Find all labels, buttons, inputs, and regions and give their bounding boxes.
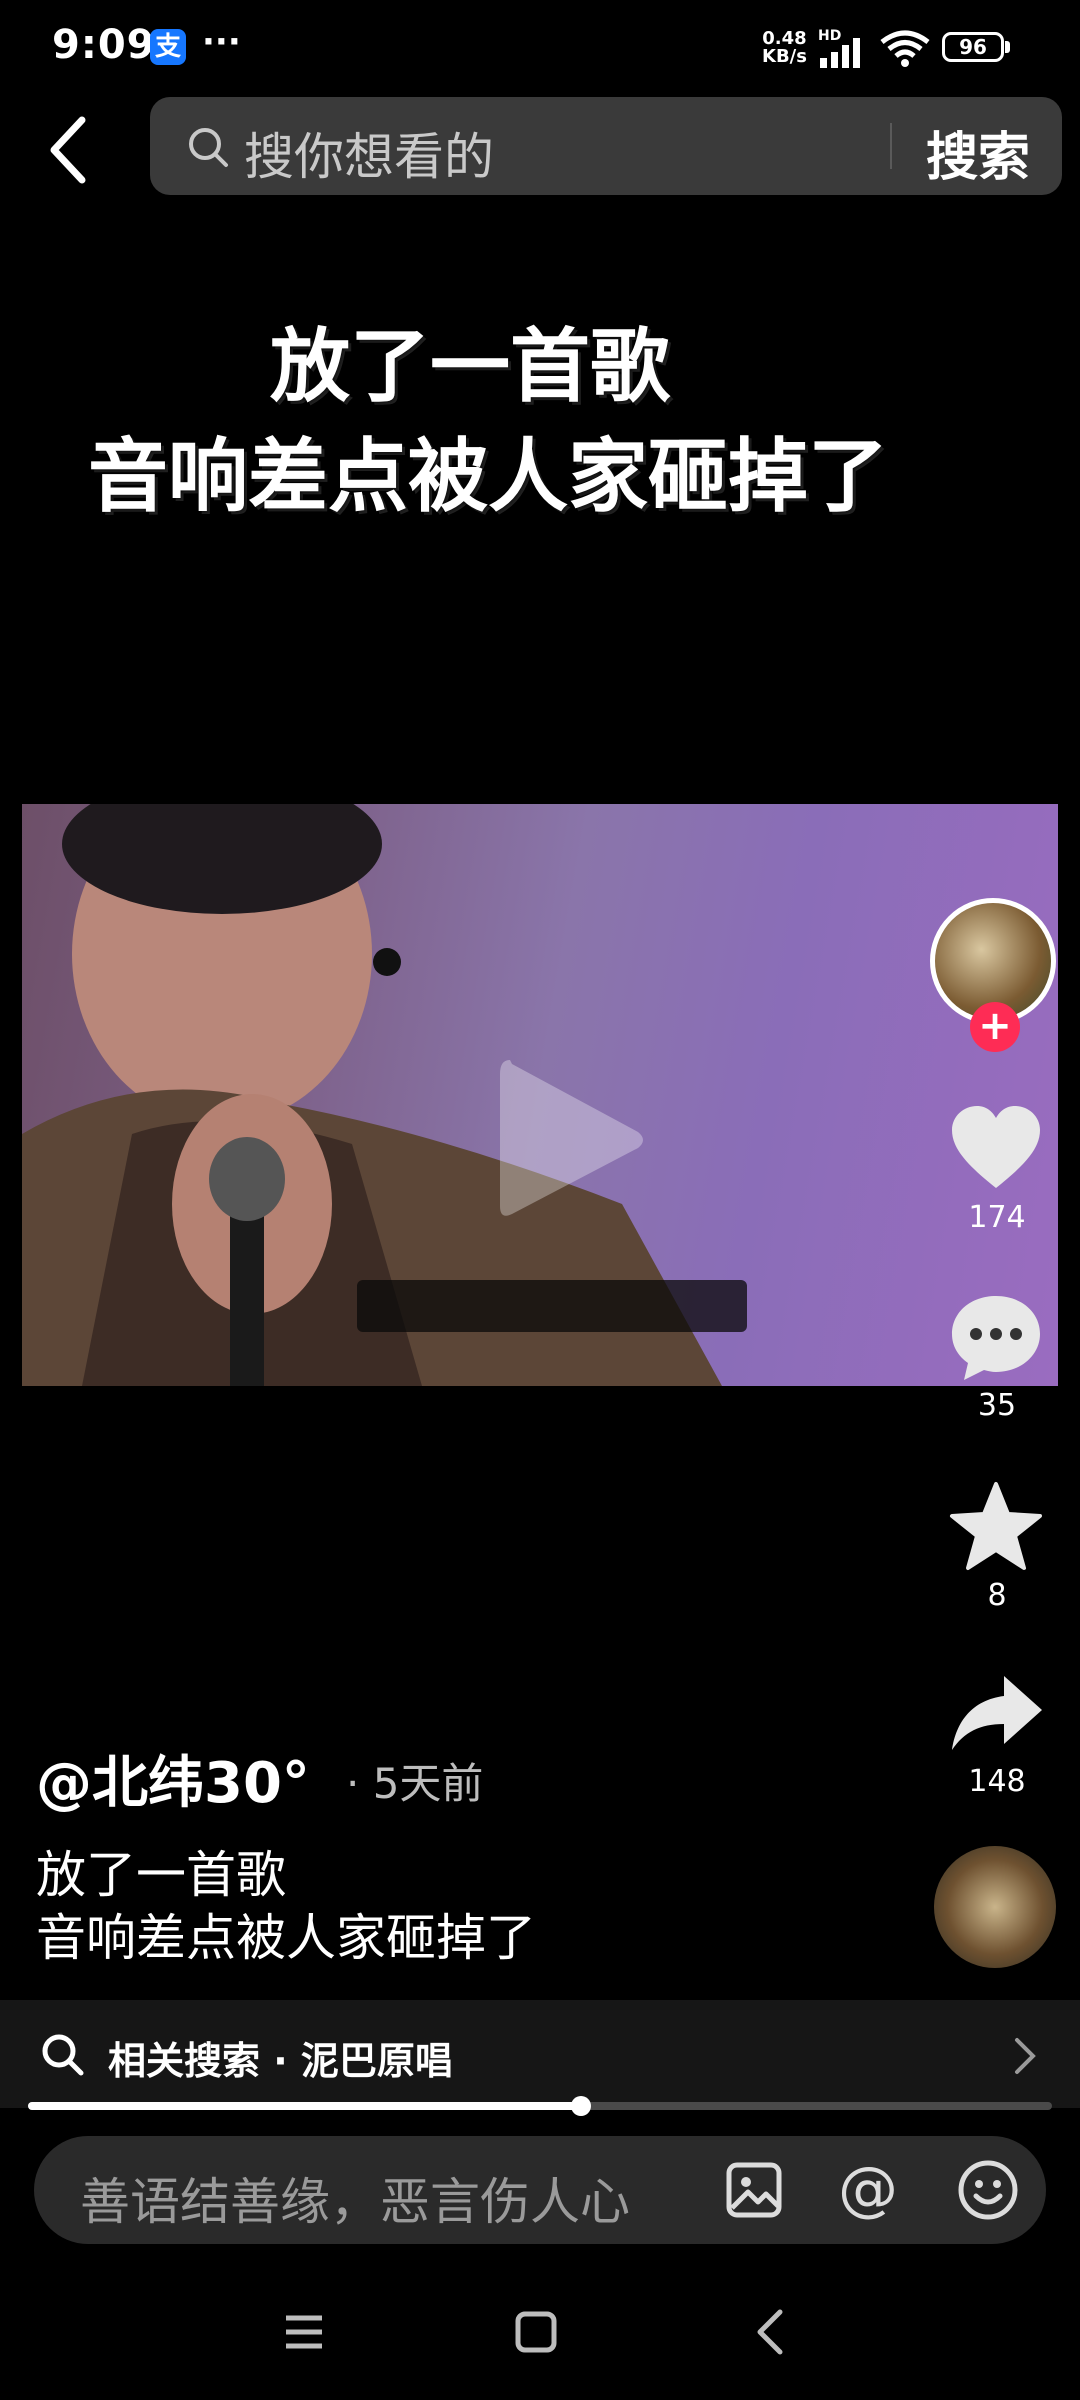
post-time: · 5天前	[346, 1759, 484, 1808]
battery-level: 96	[959, 35, 987, 59]
search-placeholder: 搜你想看的	[244, 128, 494, 186]
emoji-icon[interactable]	[956, 2158, 1020, 2222]
alipay-icon: 支	[150, 29, 186, 65]
favorite-count: 8	[987, 1578, 1007, 1613]
related-search-text: 相关搜索 · 泥巴原唱	[108, 2039, 453, 2083]
search-input[interactable]: 搜你想看的 搜索	[150, 97, 1062, 195]
image-icon[interactable]	[724, 2160, 784, 2220]
mention-button[interactable]: @	[838, 2154, 898, 2224]
like-icon[interactable]	[946, 1100, 1046, 1200]
network-speed: 0.48 KB/s	[762, 30, 807, 66]
video-caption-line2: 音响差点被人家砸掉了	[88, 429, 888, 523]
clock: 9:09	[52, 22, 156, 68]
comment-count: 35	[977, 1388, 1017, 1423]
share-count: 148	[968, 1764, 1026, 1799]
comment-icon[interactable]	[946, 1288, 1046, 1388]
video-player[interactable]	[22, 804, 1058, 1386]
music-disc[interactable]	[934, 1846, 1056, 1968]
video-caption-line1: 放了一首歌	[270, 319, 670, 413]
search-button[interactable]: 搜索	[926, 115, 1030, 190]
search-icon	[189, 128, 228, 167]
search-icon	[42, 2034, 84, 2076]
battery-indicator: 96	[942, 32, 1004, 62]
battery-cap	[1005, 41, 1010, 53]
nav-back-icon[interactable]	[752, 2306, 788, 2358]
star-icon[interactable]	[946, 1478, 1046, 1578]
post-description-line1: 放了一首歌	[36, 1846, 286, 1904]
chevron-right-icon	[1015, 2038, 1036, 2074]
like-count: 174	[968, 1200, 1026, 1235]
comment-placeholder: 善语结善缘，恶言伤人心	[80, 2173, 630, 2231]
more-notifications-icon: ···	[202, 22, 241, 62]
status-bar: 9:09 支 ··· 0.48 KB/s HD 96	[0, 0, 1080, 90]
author-name[interactable]: @北纬30°	[36, 1738, 310, 1819]
play-icon[interactable]	[490, 1050, 650, 1230]
signal-icon	[820, 38, 860, 68]
back-button[interactable]	[40, 112, 100, 188]
follow-button[interactable]: +	[970, 1002, 1020, 1052]
menu-icon[interactable]	[282, 2310, 326, 2354]
network-speed-unit: KB/s	[762, 46, 807, 67]
post-description-line2: 音响差点被人家砸掉了	[36, 1909, 536, 1967]
progress-fill	[28, 2102, 581, 2110]
blurred-subtitle	[357, 1280, 747, 1332]
progress-thumb[interactable]	[571, 2096, 591, 2116]
comment-input[interactable]: 善语结善缘，恶言伤人心 @	[34, 2136, 1046, 2244]
wifi-icon	[880, 30, 930, 67]
home-icon[interactable]	[512, 2308, 560, 2356]
related-search-bar[interactable]: 相关搜索 · 泥巴原唱	[0, 2000, 1080, 2108]
share-icon[interactable]	[946, 1664, 1046, 1764]
search-divider	[890, 123, 892, 169]
